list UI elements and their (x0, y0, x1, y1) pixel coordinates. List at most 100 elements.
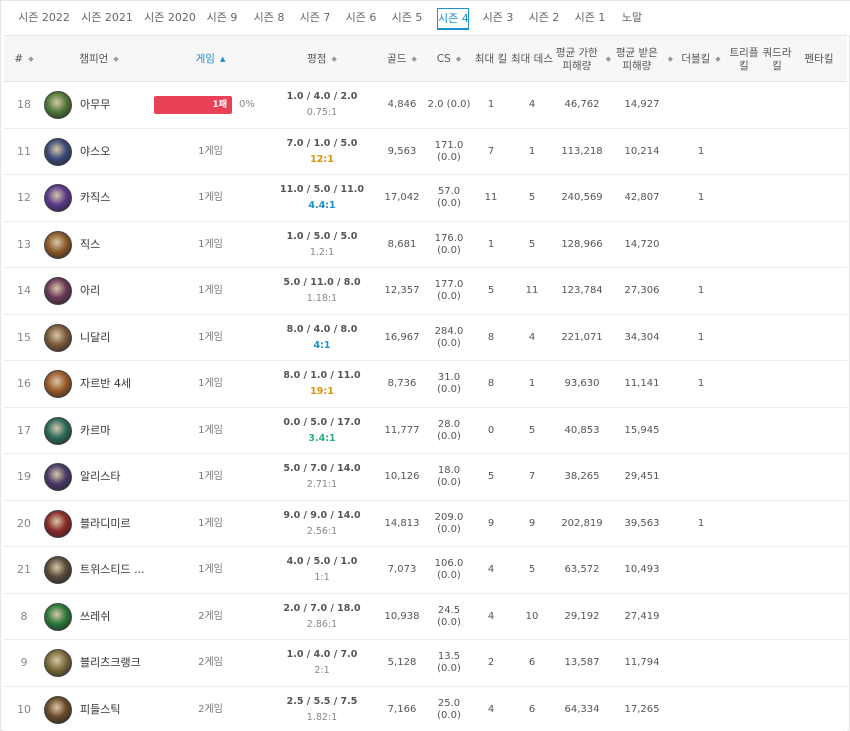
games-count: 2게임 (198, 703, 223, 715)
column-double-kill[interactable]: 더블킬 ◆ (673, 36, 729, 83)
champion-name[interactable]: 쓰레쉬 (80, 610, 110, 624)
column-max-deaths[interactable]: 최대 데스 (511, 36, 553, 83)
table-row[interactable]: 11 야스오 1게임 7.0 / 1.0 / 5.0 12:1 9,563 171.0 (0… (4, 128, 847, 175)
champion-avatar-icon[interactable] (44, 184, 72, 212)
column-kda[interactable]: 평점 ◆ (267, 36, 377, 83)
kda-text: 8.0 / 4.0 / 8.0 (286, 323, 358, 335)
table-row[interactable]: 14 아리 1게임 5.0 / 11.0 / 8.0 1.18:1 12,357 177.0… (4, 268, 847, 315)
cs-value: 171.0 (0.0) (434, 139, 464, 163)
max-kills-value: 4 (487, 703, 495, 715)
double-kill-value: 1 (697, 192, 705, 203)
champion-avatar-icon[interactable] (44, 370, 72, 398)
champion-avatar-icon[interactable] (44, 556, 72, 584)
tab-season-4[interactable]: 시즌 8 (249, 8, 289, 30)
champion-name[interactable]: 야스오 (80, 145, 110, 159)
champion-avatar-icon[interactable] (44, 695, 72, 724)
max-kills-cell: 1 (471, 222, 511, 268)
champion-avatar-icon[interactable] (44, 323, 72, 352)
table-row[interactable]: 16 자르반 4세 1게임 8.0 / 1.0 / 11.0 19:1 8,736 31.0… (4, 361, 847, 408)
column-penta-kill[interactable]: 펜타킬 (794, 36, 844, 83)
avg-dealt-value: 93,630 (564, 378, 600, 389)
avg-taken-value: 42,807 (624, 192, 660, 203)
tab-season-1[interactable]: 시즌 2021 (78, 8, 136, 30)
champion-avatar-icon[interactable] (44, 509, 72, 538)
champion-cell: 블리츠크랭크 (44, 640, 154, 686)
column-triple-kill[interactable]: 트리플 킬 (729, 36, 759, 83)
champion-cell: 아리 (44, 268, 154, 314)
double-kill-cell (673, 454, 729, 500)
table-row[interactable]: 10 피들스틱 2게임 2.5 / 5.5 / 7.5 1.82:1 7,166 25.0 … (4, 686, 847, 731)
games-count: 1게임 (198, 424, 223, 436)
table-row[interactable]: 19 알리스타 1게임 5.0 / 7.0 / 14.0 2.71:1 10,126 18.… (4, 454, 847, 501)
season-tabs: 시즌 2022 시즌 2021 시즌 2020 시즌 9 시즌 8 시즌 7 시즌 6 시즌 … (1, 1, 850, 35)
champion-name[interactable]: 니달리 (80, 331, 110, 345)
max-kills-cell: 4 (471, 594, 511, 640)
champion-name[interactable]: 아무무 (80, 98, 110, 112)
tab-season-10[interactable]: 시즌 2 (524, 8, 564, 30)
column-cs[interactable]: CS ◆ (427, 36, 471, 83)
column-gold[interactable]: 골드 ◆ (377, 36, 427, 83)
column-champion[interactable]: 챔피언 ◆ (44, 36, 154, 83)
champion-name[interactable]: 블리츠크랭크 (80, 656, 141, 670)
champion-avatar-icon[interactable] (44, 416, 72, 445)
avg-dealt-cell: 38,265 (553, 454, 611, 500)
champion-name[interactable]: 아리 (80, 284, 100, 298)
tab-season-3[interactable]: 시즌 9 (204, 8, 240, 30)
column-avg-dealt[interactable]: 평균 가한 피해량 ◆ (553, 36, 611, 83)
tab-season-12[interactable]: 노말 (616, 8, 648, 30)
max-deaths-cell: 6 (511, 640, 553, 686)
avg-dealt-cell: 221,071 (553, 315, 611, 361)
sort-icon: ◆ (28, 55, 34, 63)
champion-name[interactable]: 카직스 (80, 191, 110, 205)
table-row[interactable]: 12 카직스 1게임 11.0 / 5.0 / 11.0 4.4:1 17,042 57.0… (4, 175, 847, 222)
table-row[interactable]: 13 직스 1게임 1.0 / 5.0 / 5.0 1.2:1 8,681 176.0 (0… (4, 221, 847, 268)
kda-ratio: 1.2:1 (309, 246, 335, 258)
avg-taken-cell: 27,419 (611, 594, 673, 640)
table-row[interactable]: 15 니달리 1게임 8.0 / 4.0 / 8.0 4:1 16,967 284.0 (0… (4, 314, 847, 361)
table-row[interactable]: 21 트위스티드 ... 1게임 4.0 / 5.0 / 1.0 1:1 7,073 106… (4, 547, 847, 594)
champion-name[interactable]: 자르반 4세 (80, 377, 131, 391)
column-avg-taken[interactable]: 평균 받은 피해량 ◆ (611, 36, 673, 83)
max-kills-cell: 4 (471, 547, 511, 593)
double-kill-cell (673, 687, 729, 731)
champion-avatar-icon[interactable] (44, 602, 72, 631)
table-row[interactable]: 18 아무무 1패 0% 1.0 / 4.0 / 2.0 0.75:1 4,846 2.0 (… (4, 82, 847, 129)
champion-cell: 자르반 4세 (44, 361, 154, 407)
tab-season-2[interactable]: 시즌 2020 (141, 8, 199, 30)
champion-name[interactable]: 직스 (80, 238, 100, 252)
max-deaths-cell: 1 (511, 129, 553, 175)
tab-season-6[interactable]: 시즌 6 (341, 8, 381, 30)
champion-name[interactable]: 카르마 (80, 424, 110, 438)
champion-name[interactable]: 블라디미르 (80, 517, 131, 531)
tab-season-11[interactable]: 시즌 1 (570, 8, 610, 30)
champion-cell: 야스오 (44, 129, 154, 175)
champion-avatar-icon[interactable] (44, 277, 72, 305)
column-quadra-kill[interactable]: 쿼드라 킬 (762, 36, 792, 83)
table-row[interactable]: 20 블라디미르 1게임 9.0 / 9.0 / 14.0 2.56:1 14,813 20… (4, 500, 847, 547)
tab-season-5[interactable]: 시즌 7 (295, 8, 335, 30)
table-row[interactable]: 9 블리츠크랭크 2게임 1.0 / 4.0 / 7.0 2:1 5,128 13.5 (0… (4, 640, 847, 687)
column-rank[interactable]: # ◆ (4, 36, 44, 83)
champion-avatar-icon[interactable] (44, 463, 72, 491)
tab-season-9[interactable]: 시즌 3 (478, 8, 518, 30)
gold-cell: 14,813 (377, 501, 427, 547)
loss-bar: 1패 (154, 96, 232, 114)
champion-name[interactable]: 트위스티드 ... (80, 563, 145, 577)
table-row[interactable]: 8 쓰레쉬 2게임 2.0 / 7.0 / 18.0 2.86:1 10,938 24.5 … (4, 593, 847, 640)
champion-name[interactable]: 피들스틱 (80, 703, 120, 717)
max-kills-cell: 7 (471, 129, 511, 175)
tab-season-7[interactable]: 시즌 5 (387, 8, 427, 30)
champion-avatar-icon[interactable] (44, 230, 72, 259)
column-max-kills[interactable]: 최대 킬 (471, 36, 511, 83)
column-games[interactable]: 게임 ▲ (154, 36, 267, 83)
avg-dealt-cell: 64,334 (553, 687, 611, 731)
table-row[interactable]: 17 카르마 1게임 0.0 / 5.0 / 17.0 3.4:1 11,777 28.0 … (4, 407, 847, 454)
champion-avatar-icon[interactable] (44, 137, 72, 166)
sort-asc-icon: ▲ (219, 55, 226, 63)
tab-season-0[interactable]: 시즌 2022 (15, 8, 73, 30)
champion-avatar-icon[interactable] (44, 649, 72, 677)
champion-name[interactable]: 알리스타 (80, 470, 120, 484)
kda-ratio: 2.71:1 (306, 479, 338, 490)
champion-avatar-icon[interactable] (44, 91, 72, 119)
tab-season-8[interactable]: 시즌 4 (437, 8, 469, 30)
